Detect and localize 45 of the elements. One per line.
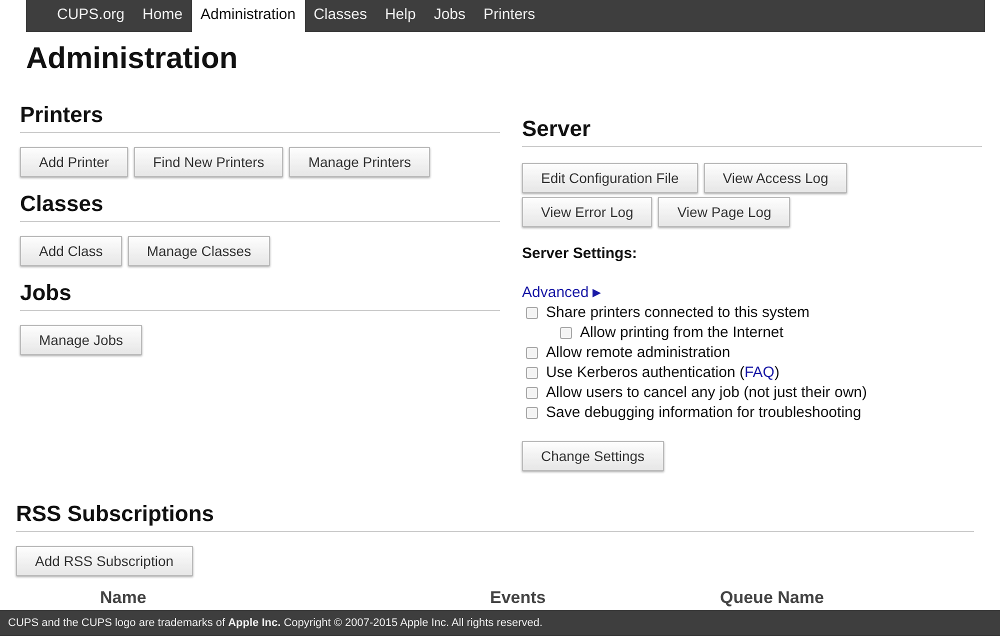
change-settings-button[interactable]: Change Settings xyxy=(522,441,664,471)
action-button[interactable]: Manage Printers xyxy=(289,147,430,177)
action-button[interactable]: Add Class xyxy=(20,236,122,266)
nav-tab[interactable]: Jobs xyxy=(424,0,474,32)
expand-arrow-icon[interactable]: ▶ xyxy=(592,286,601,299)
nav-tab[interactable]: Help xyxy=(376,0,425,32)
advanced-link[interactable]: Advanced xyxy=(522,284,589,301)
checkbox[interactable] xyxy=(526,406,538,418)
section-heading: RSS Subscriptions xyxy=(16,501,974,532)
action-button[interactable]: Add Printer xyxy=(20,147,128,177)
action-button[interactable]: Manage Jobs xyxy=(20,325,142,355)
action-button[interactable]: View Error Log xyxy=(522,197,652,227)
page-title: Administration xyxy=(26,42,239,76)
option-label: Allow printing from the Internet xyxy=(580,324,784,341)
option-label: Share printers connected to this system xyxy=(546,304,810,321)
nav-tab[interactable]: CUPS.org xyxy=(48,0,134,32)
action-button[interactable]: View Page Log xyxy=(658,197,790,227)
faq-link[interactable]: FAQ xyxy=(744,364,774,381)
checkbox[interactable] xyxy=(526,306,538,318)
nav-tab[interactable]: Classes xyxy=(304,0,376,32)
footer-text: CUPS and the CUPS logo are trademarks of Apple Inc. Copyright © 2007-2015 Apple Inc. All rights reserved. xyxy=(8,617,543,629)
action-button[interactable]: Add RSS Subscription xyxy=(16,546,193,576)
nav-tab[interactable]: Home xyxy=(134,0,192,32)
section-heading: Printers xyxy=(20,102,500,133)
action-button[interactable]: View Access Log xyxy=(704,163,848,193)
nav-tab[interactable]: Administration xyxy=(192,0,305,32)
column-header: Queue Name xyxy=(720,588,824,608)
nav-tab[interactable]: Printers xyxy=(474,0,544,32)
option-label: Allow remote administration xyxy=(546,344,730,361)
checkbox[interactable] xyxy=(560,326,572,338)
section-heading: Classes xyxy=(20,191,500,222)
option-label: Allow users to cancel any job (not just their own) xyxy=(546,384,867,401)
column-header: Events xyxy=(490,588,547,608)
section-heading: Jobs xyxy=(20,280,500,311)
settings-label: Server Settings: xyxy=(522,245,638,262)
checkbox[interactable] xyxy=(526,386,538,398)
option-label: Save debugging information for troubleshooting xyxy=(546,404,862,421)
action-button[interactable]: Manage Classes xyxy=(128,236,270,266)
checkbox[interactable] xyxy=(526,346,538,358)
action-button[interactable]: Find New Printers xyxy=(134,147,284,177)
action-button[interactable]: Edit Configuration File xyxy=(522,163,698,193)
option-label: Use Kerberos authentication (FAQ) xyxy=(546,364,780,381)
section-heading: Server xyxy=(522,116,982,147)
column-header: Name xyxy=(100,588,148,608)
checkbox[interactable] xyxy=(526,366,538,378)
